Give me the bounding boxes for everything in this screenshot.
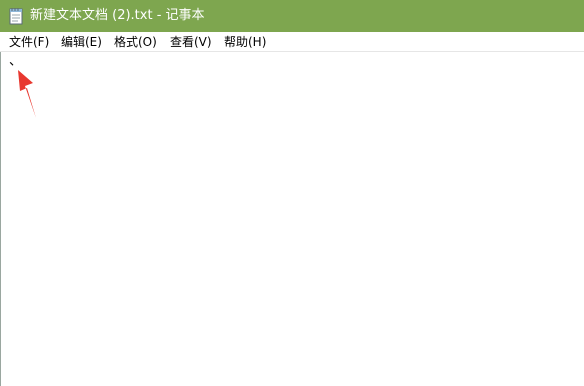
text-editor-area[interactable]: 、 xyxy=(0,52,584,386)
menu-bar: 文件(F) 编辑(E) 格式(O) 查看(V) 帮助(H) xyxy=(0,32,584,52)
menu-view[interactable]: 查看(V) xyxy=(170,34,212,50)
editor-content: 、 xyxy=(9,54,23,69)
menu-file[interactable]: 文件(F) xyxy=(9,34,49,50)
menu-help[interactable]: 帮助(H) xyxy=(224,34,266,50)
title-bar[interactable]: 新建文本文档 (2).txt - 记事本 xyxy=(0,0,584,32)
window-title: 新建文本文档 (2).txt - 记事本 xyxy=(30,8,205,23)
menu-edit[interactable]: 编辑(E) xyxy=(61,34,102,50)
notepad-icon xyxy=(9,8,23,25)
menu-format[interactable]: 格式(O) xyxy=(114,34,157,50)
